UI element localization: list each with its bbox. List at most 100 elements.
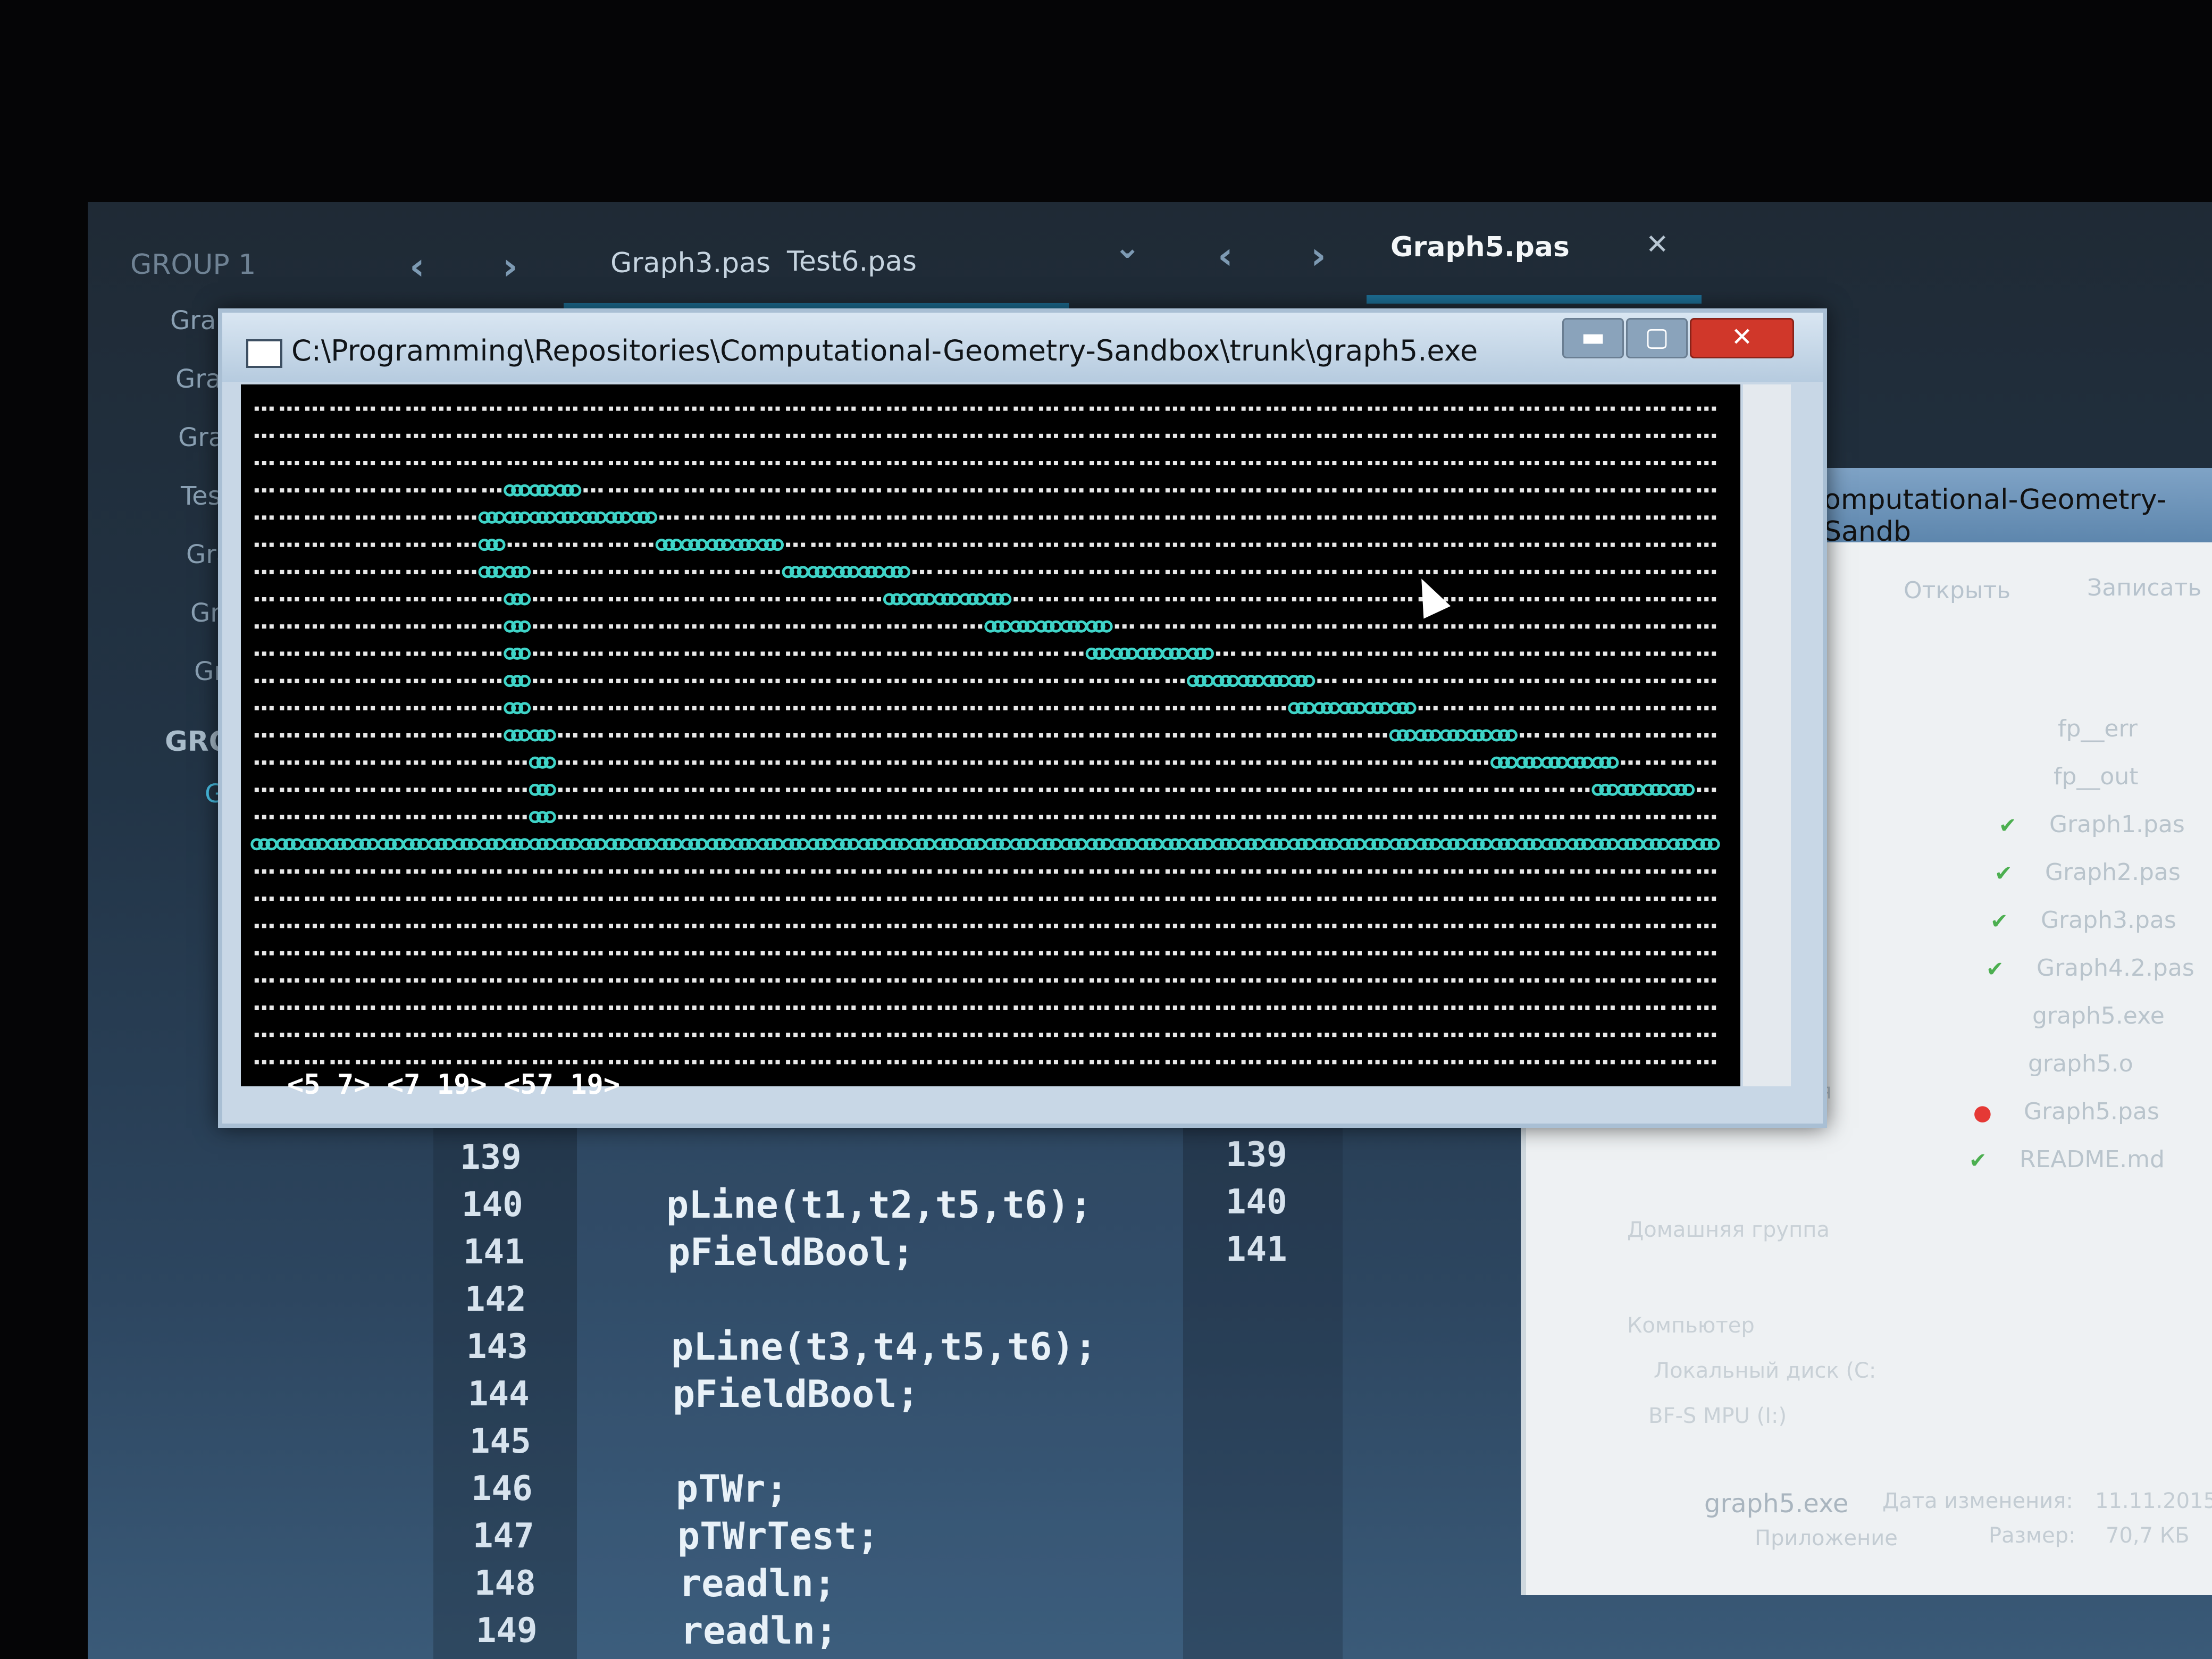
explorer-file-item[interactable]: Graph2.pas xyxy=(2045,859,2181,886)
grid-dot xyxy=(345,706,350,710)
grid-dot xyxy=(1216,706,1221,710)
grid-dot xyxy=(793,624,798,629)
tab-graph5[interactable]: Graph5.pas xyxy=(1390,231,1570,263)
close-button[interactable]: ✕ xyxy=(1690,318,1794,358)
grid-dot xyxy=(1216,461,1221,465)
grid-dot xyxy=(750,433,755,438)
grid-dot xyxy=(937,624,942,629)
code-line[interactable]: readln; xyxy=(681,1609,837,1653)
code-line[interactable]: pFieldBool; xyxy=(673,1372,919,1416)
grid-dot xyxy=(472,569,476,574)
grid-dot xyxy=(995,433,1000,438)
sidebar-file-1[interactable]: Gra xyxy=(175,364,221,394)
grid-dot xyxy=(1535,461,1539,465)
explorer-nav-homegroup[interactable]: Домашняя группа xyxy=(1627,1218,1830,1242)
code-line[interactable]: pTWrTest; xyxy=(677,1514,879,1558)
grid-dot xyxy=(1636,569,1640,574)
grid-dot xyxy=(1704,951,1709,956)
minimize-button[interactable]: ▬ xyxy=(1562,318,1624,358)
tab-close-icon[interactable]: ✕ xyxy=(1646,229,1669,261)
grid-dot xyxy=(861,815,866,819)
explorer-file-item[interactable]: README.md xyxy=(2020,1146,2165,1173)
tab-next-arrow-icon[interactable]: › xyxy=(502,245,518,288)
grid-dot xyxy=(1090,678,1094,683)
explorer-file-item[interactable]: graph5.exe xyxy=(2032,1002,2165,1029)
grid-dot xyxy=(338,461,342,465)
explorer-nav-computer[interactable]: Компьютер xyxy=(1627,1313,1755,1338)
explorer-file-item[interactable]: fp__out xyxy=(2054,763,2138,790)
console-scrollbar[interactable] xyxy=(1743,384,1791,1086)
grid-dot xyxy=(540,461,545,465)
code-area-left[interactable] xyxy=(577,1085,1183,1659)
grid-dot xyxy=(1382,515,1387,520)
grid-dot xyxy=(1636,706,1640,710)
explorer-nav-disk[interactable]: Локальный диск (C: xyxy=(1654,1359,1876,1383)
grid-dot xyxy=(1520,624,1524,629)
explorer-file-item[interactable]: Graph4.2.pas xyxy=(2037,954,2194,982)
grid-dot xyxy=(616,978,621,983)
tab-next-arrow-right-icon[interactable]: › xyxy=(1311,234,1326,278)
code-line[interactable]: pLine(t1,t2,t5,t6); xyxy=(666,1183,1092,1227)
code-line[interactable]: pFieldBool; xyxy=(668,1230,915,1274)
grid-dot xyxy=(634,815,639,819)
grid-dot xyxy=(1509,978,1514,983)
grid-dot xyxy=(1527,924,1532,928)
explorer-nav-usb[interactable]: BF-S MPU (I:) xyxy=(1648,1404,1787,1428)
grid-dot xyxy=(1661,624,1666,629)
grid-dot xyxy=(1231,1060,1236,1065)
grid-dot xyxy=(912,569,917,574)
grid-dot xyxy=(1038,461,1043,465)
sidebar-file-2[interactable]: Gra xyxy=(178,423,224,453)
grid-dot xyxy=(1595,461,1600,465)
grid-dot xyxy=(1038,924,1043,928)
explorer-file-item[interactable]: fp__err xyxy=(2058,715,2138,742)
explorer-file-item[interactable]: Graph1.pas xyxy=(2049,811,2185,838)
grid-dot xyxy=(1064,678,1069,683)
grid-dot xyxy=(851,433,856,438)
grid-dot xyxy=(1071,815,1076,819)
code-line[interactable]: readln; xyxy=(679,1562,836,1605)
grid-dot xyxy=(1274,896,1279,901)
tab-prev-arrow-icon[interactable]: ‹ xyxy=(409,245,425,288)
code-line[interactable]: pLine(t3,t4,t5,t6); xyxy=(671,1325,1097,1369)
grid-dot xyxy=(254,869,259,874)
tab-graph3[interactable]: Graph3.pas xyxy=(610,247,770,279)
grid-dot xyxy=(735,515,740,520)
grid-dot xyxy=(1104,924,1109,928)
grid-dot xyxy=(1459,461,1463,465)
grid-dot xyxy=(937,733,942,738)
maximize-button[interactable]: ▢ xyxy=(1626,318,1688,358)
tab-prev-arrow-right-icon[interactable]: ‹ xyxy=(1218,234,1233,278)
grid-dot xyxy=(1401,1033,1405,1037)
grid-dot xyxy=(1494,787,1499,792)
grid-dot xyxy=(1520,706,1524,710)
grid-dot xyxy=(1064,1060,1069,1065)
explorer-open-button[interactable]: Открыть xyxy=(1904,577,2010,604)
grid-dot xyxy=(254,951,259,956)
grid-dot xyxy=(1028,924,1033,928)
grid-dot xyxy=(565,651,570,656)
tabs-dropdown-icon[interactable]: ⌄ xyxy=(1114,229,1141,266)
explorer-file-item[interactable]: Graph3.pas xyxy=(2041,907,2176,934)
grid-dot xyxy=(995,488,1000,493)
sidebar-file-3[interactable]: Tes xyxy=(181,481,221,511)
grid-dot xyxy=(1155,433,1160,438)
code-line[interactable]: pTWr; xyxy=(676,1467,788,1511)
grid-dot xyxy=(356,461,361,465)
grid-dot xyxy=(1610,1006,1615,1010)
grid-dot xyxy=(1180,406,1185,411)
explorer-file-item[interactable]: Graph5.pas xyxy=(2024,1098,2159,1125)
grid-dot xyxy=(1671,760,1676,765)
grid-dot xyxy=(902,678,907,683)
explorer-write-button[interactable]: Записать xyxy=(2087,574,2201,601)
grid-dot xyxy=(1216,733,1221,738)
grid-dot xyxy=(1469,1033,1473,1037)
grid-dot xyxy=(1147,569,1152,574)
grid-dot xyxy=(439,1060,443,1065)
grid-dot xyxy=(1028,678,1033,683)
line-number-right: 140 xyxy=(1226,1183,1287,1222)
tab-test6[interactable]: Test6.pas xyxy=(787,246,917,278)
grid-dot xyxy=(735,951,740,956)
grid-dot xyxy=(1393,651,1398,656)
explorer-file-item[interactable]: graph5.o xyxy=(2028,1050,2133,1077)
